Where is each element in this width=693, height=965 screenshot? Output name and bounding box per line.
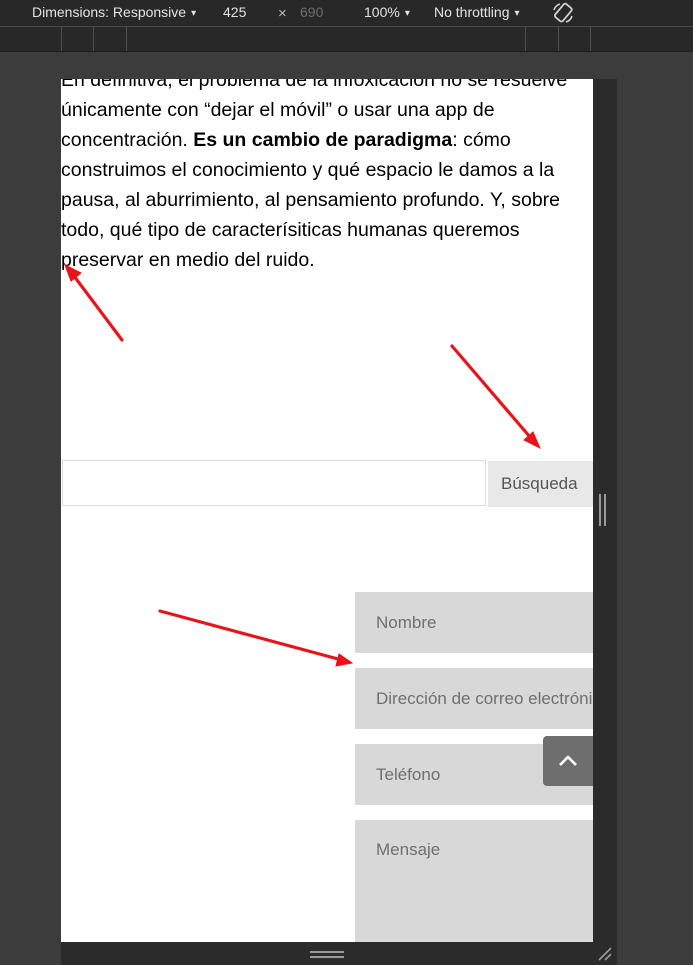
ruler-tick <box>558 27 559 51</box>
resize-handle-right[interactable] <box>599 494 607 526</box>
name-field[interactable]: Nombre <box>355 592 593 653</box>
ruler-tick <box>126 27 127 51</box>
rotate-icon[interactable] <box>551 1 575 25</box>
devtools-toolbar: Dimensions: Responsive ▾ 425 × 690 100% ▾ … <box>0 0 693 26</box>
chevron-up-icon <box>559 755 577 766</box>
dimensions-dropdown[interactable]: Dimensions: Responsive ▾ <box>32 4 196 20</box>
dimensions-label: Dimensions: Responsive <box>32 4 187 20</box>
handle-line <box>599 494 601 526</box>
width-input[interactable]: 425 <box>223 4 246 20</box>
ruler-tick <box>590 27 591 51</box>
zoom-label: 100% <box>364 4 400 20</box>
search-button[interactable]: Búsqueda <box>488 461 593 507</box>
times-icon: × <box>278 5 287 22</box>
handle-line <box>310 956 344 958</box>
ruler-tick <box>93 27 94 51</box>
height-input[interactable]: 690 <box>300 4 323 20</box>
throttling-dropdown[interactable]: No throttling ▾ <box>434 4 520 20</box>
resize-corner-icon[interactable] <box>596 945 612 961</box>
chevron-down-icon: ▾ <box>514 8 520 19</box>
chevron-down-icon: ▾ <box>404 8 410 19</box>
email-field[interactable]: Dirección de correo electrónico <box>355 668 593 729</box>
resize-handle-bottom[interactable] <box>310 951 344 959</box>
chevron-down-icon: ▾ <box>191 8 197 19</box>
device-viewport: En definitiva, el problema de la infoxic… <box>61 79 593 942</box>
article-paragraph: En definitiva, el problema de la infoxic… <box>61 79 593 275</box>
article-bold-phrase: Es un cambio de paradigma <box>193 129 453 151</box>
zoom-dropdown[interactable]: 100% ▾ <box>364 4 410 20</box>
ruler-tick <box>525 27 526 51</box>
handle-line <box>310 951 344 953</box>
ruler-tick <box>61 27 62 51</box>
handle-line <box>604 494 606 526</box>
search-input[interactable] <box>62 460 486 506</box>
message-field[interactable]: Mensaje <box>355 820 593 942</box>
throttling-label: No throttling <box>434 4 510 20</box>
media-query-ruler <box>0 26 693 52</box>
scroll-to-top-button[interactable] <box>543 736 593 786</box>
